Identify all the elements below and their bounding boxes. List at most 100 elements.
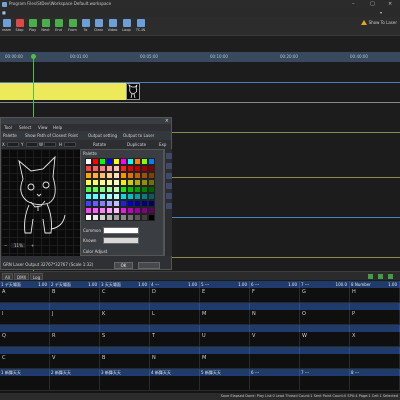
color-swatch[interactable] (134, 200, 141, 207)
color-swatch[interactable] (106, 172, 113, 179)
cue-cell-key[interactable]: X (350, 332, 400, 347)
side-strip-button[interactable] (166, 203, 172, 209)
cue-cell-key[interactable]: N (150, 354, 200, 369)
toolbar-video-button[interactable]: Video (106, 19, 119, 35)
cue-cell-header[interactable]: 6 --- (250, 369, 300, 376)
cue-cell-key[interactable] (150, 376, 200, 391)
color-swatch[interactable] (120, 186, 127, 193)
color-swatch[interactable] (120, 179, 127, 186)
cue-cell-key[interactable]: K (100, 310, 150, 325)
cue-cell-key[interactable]: P (350, 310, 400, 325)
cue-cell-key[interactable] (350, 354, 400, 369)
close-icon[interactable]: × (388, 1, 392, 7)
color-swatch[interactable] (85, 186, 92, 193)
color-swatch[interactable] (92, 186, 99, 193)
green-indicator-icon[interactable] (368, 274, 373, 279)
color-swatch[interactable] (85, 214, 92, 221)
dialog-menu-tool[interactable]: Tool (4, 125, 12, 130)
tab-all[interactable]: All (2, 273, 13, 280)
cue-cell-header[interactable]: 4 --- 1.00 (150, 281, 200, 288)
color-swatch[interactable] (120, 158, 127, 165)
color-swatch[interactable] (99, 179, 106, 186)
color-swatch[interactable] (92, 200, 99, 207)
color-swatch[interactable] (134, 186, 141, 193)
cue-cell-header[interactable] (300, 325, 350, 332)
color-swatch[interactable] (113, 193, 120, 200)
cue-cell-header[interactable]: 4 新舞天天 (150, 369, 200, 376)
color-swatch[interactable] (92, 172, 99, 179)
color-swatch[interactable] (92, 207, 99, 214)
toolbar-tc-in-button[interactable]: TC-IN (134, 19, 147, 35)
cue-cell-key[interactable]: V (250, 332, 300, 347)
toolbar-loop-button[interactable]: Loop (120, 19, 133, 35)
color-swatch[interactable] (134, 172, 141, 179)
side-strip-button[interactable] (166, 163, 172, 169)
color-swatch[interactable] (85, 172, 92, 179)
field-input-x[interactable] (7, 142, 19, 147)
color-swatch[interactable] (92, 179, 99, 186)
color-swatch[interactable] (106, 214, 113, 221)
field-input-w[interactable] (44, 142, 56, 147)
cue-cell-header[interactable] (50, 303, 100, 310)
tool-palette[interactable]: Palette (3, 133, 17, 138)
green-indicator-icon[interactable] (388, 274, 393, 279)
color-swatch[interactable] (148, 179, 155, 186)
color-swatch[interactable] (127, 165, 134, 172)
color-swatch[interactable] (148, 172, 155, 179)
color-swatch[interactable] (141, 200, 148, 207)
cue-cell-header[interactable]: 7 --- 100.0 (300, 281, 350, 288)
cue-cell-key[interactable]: U (200, 332, 250, 347)
cue-cell-header[interactable]: 3 新舞天天 (100, 369, 150, 376)
tab-log[interactable]: Log (30, 273, 44, 280)
color-swatch[interactable] (134, 214, 141, 221)
cue-cell-key[interactable] (300, 376, 350, 391)
cue-cell-key[interactable] (100, 376, 150, 391)
side-strip-button[interactable] (166, 193, 172, 199)
color-swatch[interactable] (113, 214, 120, 221)
side-strip-button[interactable] (166, 173, 172, 179)
cue-cell-header[interactable] (150, 347, 200, 354)
cue-cell-key[interactable] (250, 376, 300, 391)
color-swatch[interactable] (113, 158, 120, 165)
cue-cell-header[interactable] (300, 303, 350, 310)
playhead-handle[interactable] (31, 54, 36, 59)
cue-cell-key[interactable]: B (100, 354, 150, 369)
cue-cell-key[interactable]: D (150, 288, 200, 303)
color-swatch[interactable] (92, 214, 99, 221)
color-swatch[interactable] (99, 186, 106, 193)
menu-home-icon[interactable]: ■ (2, 10, 6, 15)
tool-output-to-laser[interactable]: Output to Laser (123, 133, 154, 138)
color-swatch[interactable] (106, 200, 113, 207)
color-swatch[interactable] (99, 200, 106, 207)
color-swatch[interactable] (92, 165, 99, 172)
cue-cell-key[interactable]: M (200, 354, 250, 369)
color-swatch[interactable] (141, 179, 148, 186)
show-to-laser-button[interactable]: Show To Laser (360, 20, 397, 25)
cue-thumbnail[interactable] (126, 83, 140, 100)
color-swatch[interactable] (106, 193, 113, 200)
cue-cell-key[interactable]: C (100, 288, 150, 303)
cue-cell-header[interactable] (200, 347, 250, 354)
cue-cell-header[interactable]: 8 Number 1.00 (350, 281, 400, 288)
cue-cell-key[interactable]: S (100, 332, 150, 347)
color-swatch[interactable] (99, 158, 106, 165)
side-strip-button[interactable] (166, 153, 172, 159)
toolbar-ream-button[interactable]: ream (0, 19, 13, 35)
color-swatch[interactable] (134, 158, 141, 165)
cue-cell-header[interactable] (350, 303, 400, 310)
toolbar-play-button[interactable]: Play (26, 19, 39, 35)
color-swatch[interactable] (106, 186, 113, 193)
green-indicator-icon[interactable] (378, 274, 383, 279)
color-swatch[interactable] (92, 158, 99, 165)
side-strip-button[interactable] (166, 183, 172, 189)
ok-button[interactable]: OK (114, 262, 133, 269)
cue-cell-header[interactable] (350, 325, 400, 332)
cue-cell-key[interactable]: C (0, 354, 50, 369)
minimize-icon[interactable]: – (352, 1, 355, 7)
cue-cell-key[interactable]: W (300, 332, 350, 347)
tool-output-setting[interactable]: Output setting (88, 133, 117, 138)
color-swatch[interactable] (141, 165, 148, 172)
toolbar-next-button[interactable]: Next (39, 19, 52, 35)
cue-cell-key[interactable]: M (200, 310, 250, 325)
cue-cell-key[interactable] (0, 376, 50, 391)
